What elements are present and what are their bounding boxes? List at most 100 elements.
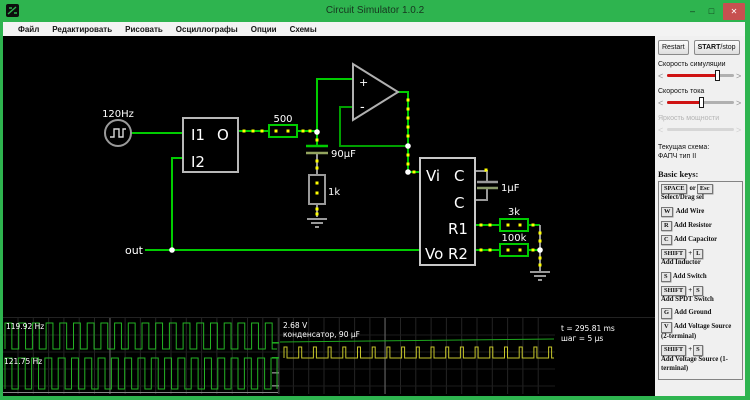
current-dot bbox=[274, 129, 278, 133]
resistor-100k[interactable]: 100k bbox=[499, 233, 529, 257]
restart-button[interactable]: Restart bbox=[658, 40, 689, 55]
capacitor-90uf[interactable]: 90µF bbox=[306, 144, 356, 160]
key-help-item: G Add Ground bbox=[661, 308, 740, 319]
wire-node-to-opamp-plus[interactable] bbox=[316, 78, 353, 131]
wire-to-vco-vi[interactable] bbox=[407, 146, 420, 173]
junction-dot bbox=[314, 129, 320, 135]
current-dot bbox=[286, 129, 290, 133]
current-dot bbox=[518, 248, 522, 252]
key-chip: S bbox=[693, 345, 703, 356]
key-chip: SHIFT bbox=[661, 248, 687, 260]
current-circuit-name: ФАПЧ тип II bbox=[658, 153, 697, 161]
wire-opamp-feedback[interactable] bbox=[339, 106, 408, 147]
menu-item[interactable]: Схемы bbox=[290, 25, 317, 34]
key-help-item: SPACE or Esc Select/Drag sel bbox=[661, 183, 740, 203]
ground-symbol-2[interactable] bbox=[530, 271, 550, 281]
slider-right-arrow-icon[interactable] bbox=[736, 98, 743, 108]
capacitor-90uf-label: 90µF bbox=[331, 149, 356, 160]
capacitor-1uf[interactable]: 1µF bbox=[477, 180, 520, 194]
key-description: Add SPDT Switch bbox=[661, 296, 714, 304]
sidebar: Restart START/stop Скорость симуляции Ск… bbox=[655, 36, 745, 396]
scope-scale-tick bbox=[272, 342, 279, 344]
current-dot bbox=[506, 223, 510, 227]
menu-item[interactable]: Опции bbox=[251, 25, 277, 34]
slider-left-arrow-icon[interactable] bbox=[658, 98, 665, 108]
menu-item[interactable]: Осциллографы bbox=[176, 25, 238, 34]
minimize-button[interactable]: – bbox=[683, 3, 702, 19]
slider-handle[interactable] bbox=[714, 70, 720, 81]
window-titlebar[interactable]: Circuit Simulator 1.0.2 – □ ✕ bbox=[0, 0, 750, 22]
opamp-plus-label: + bbox=[359, 76, 368, 89]
resistor-1k-label: 1k bbox=[328, 187, 340, 198]
maximize-button[interactable]: □ bbox=[702, 3, 721, 19]
key-chip: L bbox=[693, 248, 704, 260]
app-window: { "window": { "title": "Circuit Simulato… bbox=[0, 0, 750, 400]
vco-c1-label: C bbox=[454, 167, 464, 185]
current-dot bbox=[479, 248, 483, 252]
key-chip: W bbox=[661, 206, 674, 218]
phase-comparator-box[interactable]: I1 O I2 bbox=[182, 117, 239, 173]
current-dot bbox=[315, 191, 319, 195]
key-help-item: R Add Resistor bbox=[661, 220, 740, 232]
key-chip: Esc bbox=[696, 183, 713, 195]
wire-vco-c1-to-cap[interactable] bbox=[475, 170, 488, 181]
key-join-text: + bbox=[688, 346, 693, 354]
slider-left-arrow-icon bbox=[658, 125, 665, 135]
slider-right-arrow-icon[interactable] bbox=[736, 71, 743, 81]
key-chip: S bbox=[693, 285, 703, 297]
slider-left-arrow-icon[interactable] bbox=[658, 71, 665, 81]
voltage-source-120hz[interactable]: 120Hz bbox=[102, 109, 134, 147]
opamp-minus-label: - bbox=[360, 100, 365, 115]
current-dot bbox=[406, 116, 410, 120]
ground-symbol-1[interactable] bbox=[307, 218, 327, 228]
wire-cap-to-vco-c2[interactable] bbox=[475, 188, 488, 201]
simulation-speed-slider[interactable] bbox=[658, 69, 743, 82]
scope-wave-capacitor bbox=[279, 338, 555, 343]
key-help-item: SHIFT + S Add Voltage Source (1-terminal) bbox=[661, 345, 740, 373]
key-description: Add Switch bbox=[671, 272, 707, 280]
start-stop-button[interactable]: START/stop bbox=[693, 40, 740, 55]
key-help-item: SHIFT + S Add SPDT Switch bbox=[661, 285, 740, 305]
current-dot bbox=[315, 159, 319, 163]
menu-item[interactable]: Рисовать bbox=[125, 25, 163, 34]
current-dot bbox=[406, 134, 410, 138]
window-title: Circuit Simulator 1.0.2 bbox=[325, 5, 425, 16]
circuit-canvas[interactable]: 120Hz I1 O I2 500 + - 90µF 1k Vi C C R1 … bbox=[3, 36, 655, 396]
current-dot bbox=[406, 153, 410, 157]
resistor-1k[interactable]: 1k bbox=[308, 174, 340, 205]
slider-handle[interactable] bbox=[698, 97, 704, 108]
current-dot bbox=[242, 129, 246, 133]
junction-dot bbox=[405, 169, 411, 175]
current-speed-label: Скорость тока bbox=[658, 88, 705, 95]
junction-dot bbox=[537, 247, 543, 253]
junction-dot bbox=[169, 247, 175, 253]
comparator-in2-label: I2 bbox=[191, 153, 205, 171]
current-dot bbox=[488, 248, 492, 252]
key-chip: R bbox=[661, 220, 672, 232]
key-join-text: or bbox=[689, 184, 696, 192]
basic-keys-panel: SPACE or Esc Select/Drag sel W Add Wire R Add… bbox=[658, 180, 743, 380]
menu-item[interactable]: Редактировать bbox=[52, 25, 112, 34]
scope-scale-tick bbox=[272, 372, 279, 374]
vco-box[interactable]: Vi C C R1 Vo R2 bbox=[419, 157, 476, 266]
current-speed-slider[interactable] bbox=[658, 96, 743, 109]
current-dot bbox=[406, 98, 410, 102]
key-chip: S bbox=[661, 271, 671, 283]
close-button[interactable]: ✕ bbox=[723, 2, 745, 20]
scope-volt-desc-label: конденсатор, 90 µF bbox=[283, 330, 360, 339]
stop-label: /stop bbox=[720, 44, 736, 51]
key-help-item: C Add Capacitor bbox=[661, 234, 740, 246]
current-dot bbox=[301, 129, 305, 133]
opamp[interactable]: + - bbox=[352, 62, 400, 122]
key-help-item: V Add Voltage Source (2-terminal) bbox=[661, 322, 740, 341]
current-dot bbox=[251, 129, 255, 133]
current-dot bbox=[506, 248, 510, 252]
current-dot bbox=[538, 239, 542, 243]
resistor-3k[interactable]: 3k bbox=[499, 207, 529, 232]
wire-i2-feedback[interactable] bbox=[171, 157, 183, 249]
menu-item[interactable]: Файл bbox=[18, 25, 39, 34]
resistor-500[interactable]: 500 bbox=[268, 114, 298, 138]
key-chip: V bbox=[661, 322, 672, 333]
current-dot bbox=[538, 256, 542, 260]
key-chip: SHIFT bbox=[661, 345, 687, 356]
